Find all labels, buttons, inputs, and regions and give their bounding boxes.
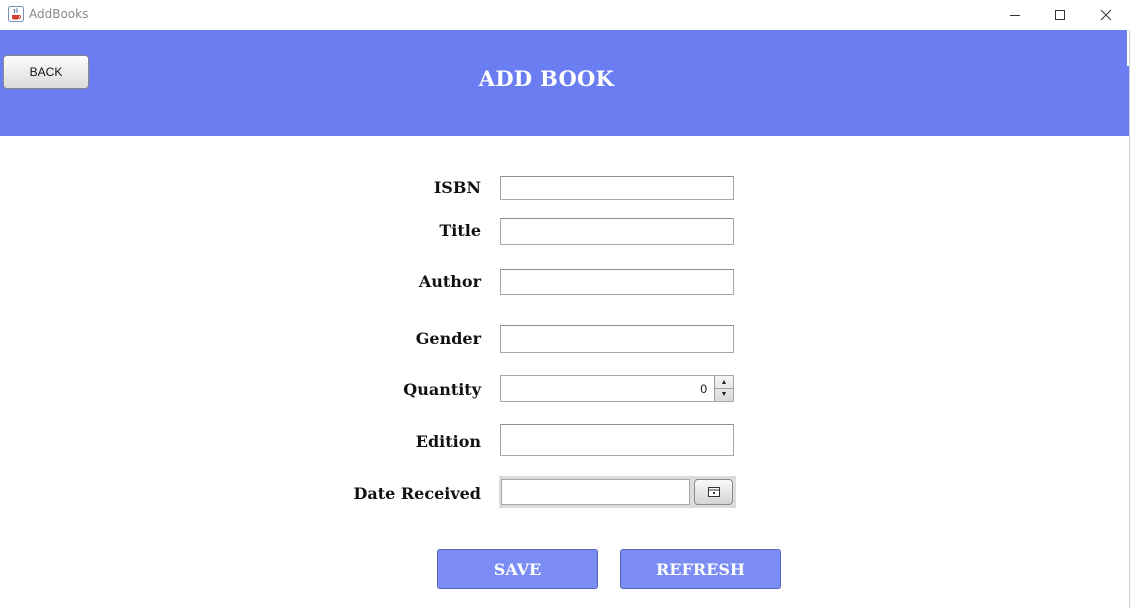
isbn-input[interactable]	[500, 176, 734, 200]
author-label: Author	[418, 272, 481, 291]
maximize-button[interactable]	[1037, 0, 1083, 30]
triangle-down-icon: ▼	[720, 390, 728, 398]
date-received-input[interactable]	[501, 479, 690, 505]
java-cup-icon	[8, 6, 24, 22]
author-input[interactable]	[500, 269, 734, 295]
minimize-icon	[1010, 15, 1020, 16]
refresh-button[interactable]: REFRESH	[620, 549, 781, 589]
addbooks-window: AddBooks BACK ADD BOOK ISBN Title Author…	[0, 0, 1130, 608]
maximize-icon	[1055, 10, 1065, 20]
quantity-value[interactable]: 0	[700, 382, 707, 396]
save-button[interactable]: SAVE	[437, 549, 598, 589]
gender-input[interactable]	[500, 325, 734, 353]
header-edge-divider	[1127, 30, 1129, 66]
decrement-button[interactable]: ▼	[715, 388, 733, 400]
quantity-stepper-buttons: ▲ ▼	[714, 376, 733, 401]
quantity-label: Quantity	[403, 380, 481, 399]
close-button[interactable]	[1083, 0, 1129, 30]
quantity-stepper[interactable]: 0 ▲ ▼	[500, 375, 734, 402]
title-bar: AddBooks	[0, 0, 1130, 30]
isbn-label: ISBN	[433, 178, 481, 197]
window-title: AddBooks	[29, 7, 89, 21]
calendar-icon	[707, 487, 720, 497]
date-chooser	[499, 476, 736, 508]
triangle-up-icon: ▲	[720, 378, 728, 386]
gender-label: Gender	[415, 329, 481, 348]
title-label: Title	[439, 221, 481, 240]
page-title: ADD BOOK	[478, 66, 615, 91]
edition-input[interactable]	[500, 424, 734, 456]
calendar-button[interactable]	[694, 479, 733, 505]
close-icon	[1100, 9, 1112, 21]
header-banner: BACK ADD BOOK	[0, 30, 1129, 136]
date-received-label: Date Received	[353, 484, 481, 503]
edition-label: Edition	[415, 432, 481, 451]
minimize-button[interactable]	[992, 0, 1038, 30]
title-input[interactable]	[500, 218, 734, 245]
